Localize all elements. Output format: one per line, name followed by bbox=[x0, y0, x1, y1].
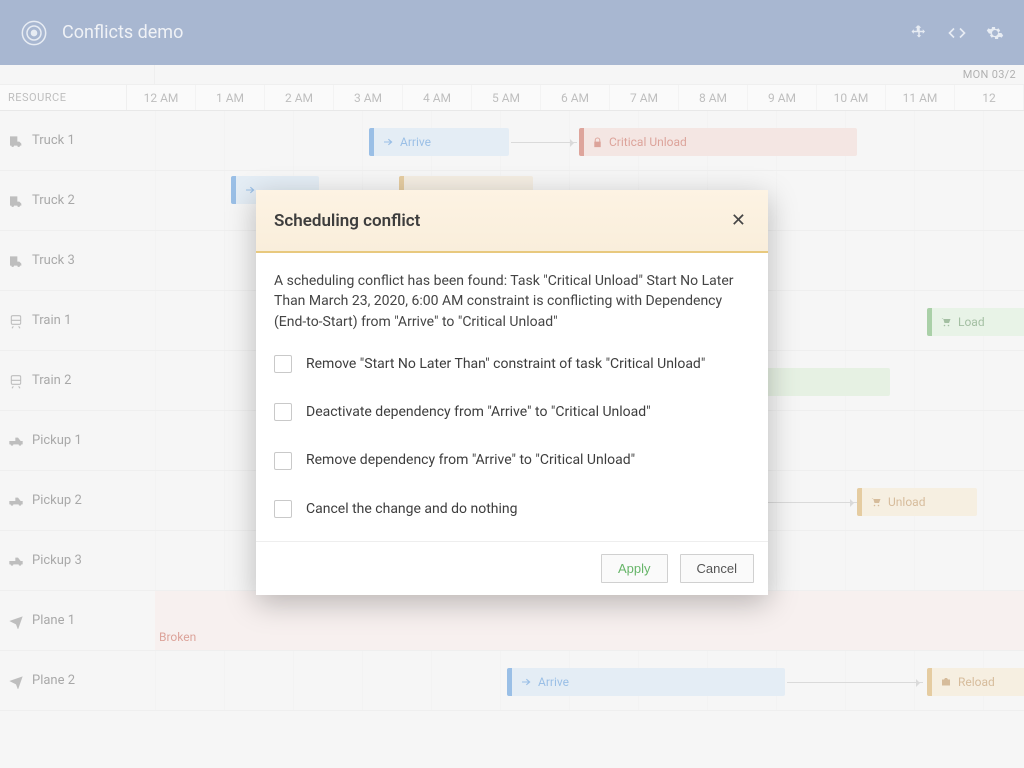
option-remove-constraint[interactable]: Remove "Start No Later Than" constraint … bbox=[274, 354, 750, 374]
checkbox[interactable] bbox=[274, 403, 292, 421]
dialog-description: A scheduling conflict has been found: Ta… bbox=[274, 271, 750, 332]
close-icon[interactable]: ✕ bbox=[727, 206, 750, 235]
option-cancel-change[interactable]: Cancel the change and do nothing bbox=[274, 499, 750, 519]
cancel-button[interactable]: Cancel bbox=[680, 554, 754, 583]
checkbox[interactable] bbox=[274, 500, 292, 518]
checkbox[interactable] bbox=[274, 355, 292, 373]
checkbox[interactable] bbox=[274, 452, 292, 470]
conflict-dialog: Scheduling conflict ✕ A scheduling confl… bbox=[256, 190, 768, 595]
apply-button[interactable]: Apply bbox=[601, 554, 668, 583]
dialog-title: Scheduling conflict bbox=[274, 211, 727, 231]
option-remove-dependency[interactable]: Remove dependency from "Arrive" to "Crit… bbox=[274, 450, 750, 470]
option-deactivate-dependency[interactable]: Deactivate dependency from "Arrive" to "… bbox=[274, 402, 750, 422]
